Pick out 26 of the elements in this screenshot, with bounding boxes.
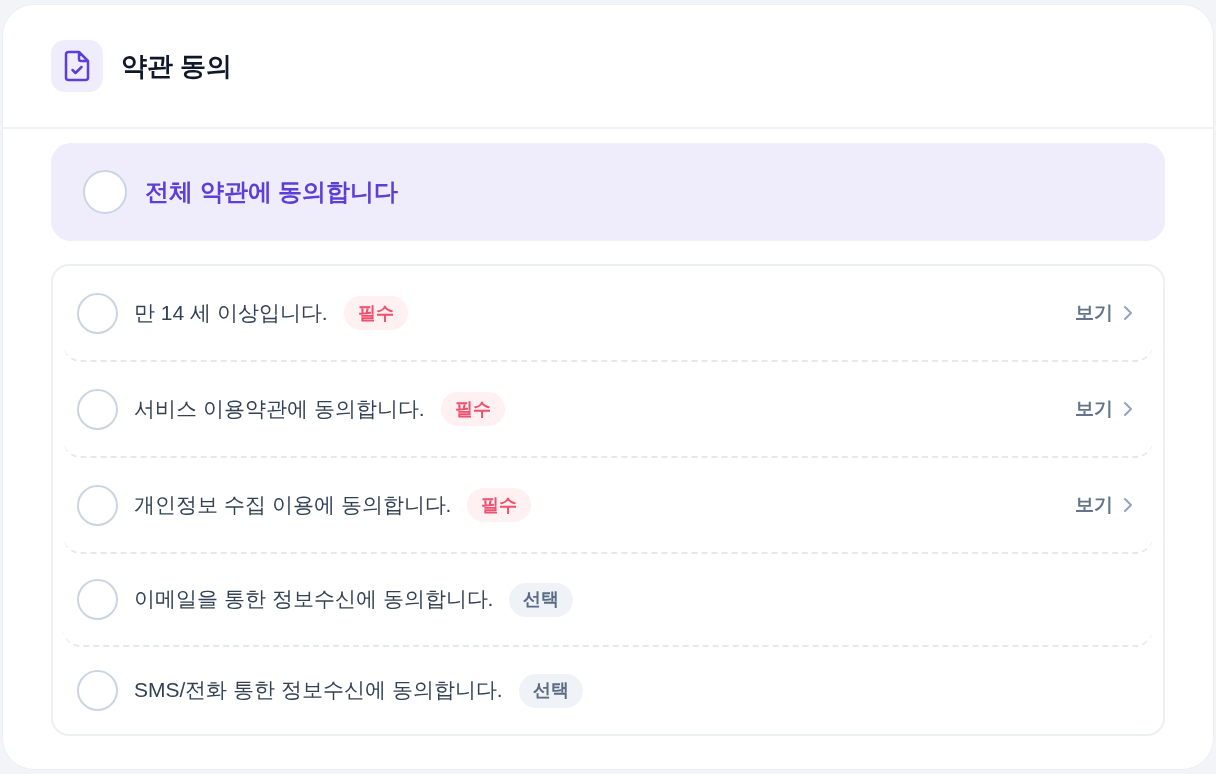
required-tag: 필수 xyxy=(440,392,505,426)
checkbox[interactable] xyxy=(77,579,118,620)
checkbox[interactable] xyxy=(83,170,127,214)
term-label: 이메일을 통한 정보수신에 동의합니다. xyxy=(134,586,494,613)
optional-tag: 선택 xyxy=(509,582,574,617)
checkbox[interactable] xyxy=(77,388,118,430)
document-check-icon xyxy=(51,40,103,92)
card-title: 약관 동의 xyxy=(121,49,233,83)
agree-all-label: 전체 약관에 동의합니다 xyxy=(145,177,399,207)
view-link[interactable]: 보기 xyxy=(1075,387,1133,431)
optional-tag: 선택 xyxy=(518,673,583,708)
view-link[interactable]: 보기 xyxy=(1075,483,1133,527)
chevron-right-icon xyxy=(1123,401,1133,417)
chevron-right-icon xyxy=(1123,497,1133,513)
required-tag: 필수 xyxy=(343,296,408,330)
view-link[interactable]: 보기 xyxy=(1075,291,1133,335)
checkbox[interactable] xyxy=(77,484,118,526)
term-label: 개인정보 수집 이용에 동의합니다. xyxy=(134,491,452,518)
term-label: 서비스 이용약관에 동의합니다. xyxy=(134,395,425,422)
checkbox[interactable] xyxy=(77,670,118,711)
term-label: SMS/전화 통한 정보수신에 동의합니다. xyxy=(134,677,503,704)
required-tag: 필수 xyxy=(467,488,532,522)
agree-all-panel[interactable]: 전체 약관에 동의합니다 xyxy=(51,143,1165,241)
chevron-right-icon xyxy=(1123,305,1133,321)
checkbox[interactable] xyxy=(77,292,118,334)
term-label: 만 14 세 이상입니다. xyxy=(134,299,328,326)
